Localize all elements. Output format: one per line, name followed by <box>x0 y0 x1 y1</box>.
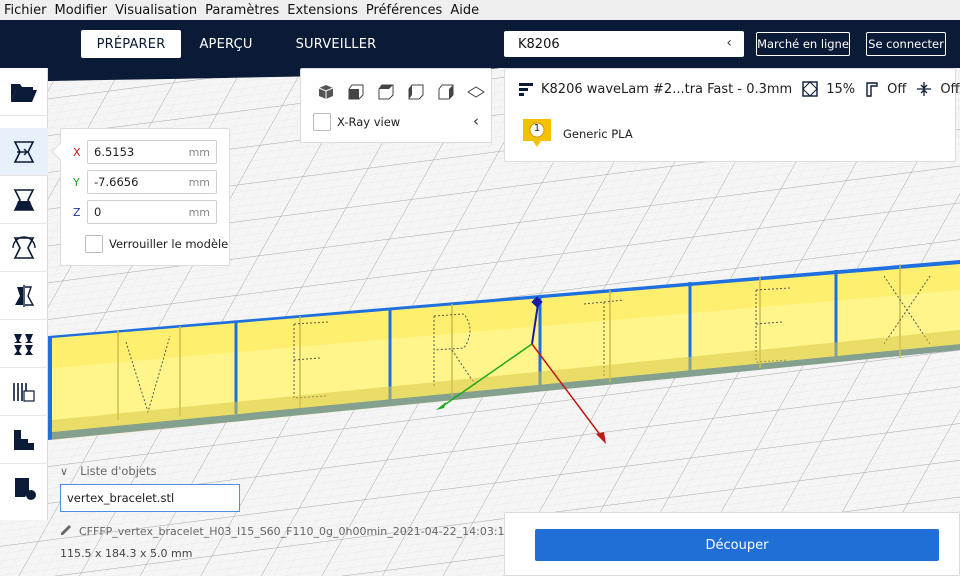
chevron-left-icon[interactable]: ‹ <box>473 112 479 130</box>
move-tool-panel: X 6.5153 mm Y -7.6656 mm Z 0 mm Verrouil… <box>60 128 230 266</box>
material-name: Generic PLA <box>563 127 633 141</box>
print-settings-panel[interactable]: K8206 waveLam #2...tra Fast - 0.3mm 15% … <box>504 68 960 162</box>
x-input[interactable]: 6.5153 mm <box>87 140 217 164</box>
menu-preferences[interactable]: Préférences <box>362 3 446 18</box>
job-name: CFFFP_vertex_bracelet_H03_I15_S60_F110_0… <box>79 524 512 538</box>
adhesion-icon <box>916 81 932 97</box>
z-label: Z <box>73 205 81 219</box>
support-blocker-button[interactable] <box>0 368 48 416</box>
view-bottom-icon[interactable] <box>461 81 491 103</box>
printer-selector[interactable]: K8206 ‹ <box>504 31 744 57</box>
menu-extensions[interactable]: Extensions <box>283 3 362 18</box>
adhesion-value: Off <box>940 81 960 97</box>
open-file-button[interactable] <box>0 68 48 116</box>
list-item[interactable]: vertex_bracelet.stl <box>60 484 240 512</box>
lay-flat-icon <box>15 478 36 500</box>
scale-icon <box>13 188 35 211</box>
extruder-badge: 1 <box>523 119 551 149</box>
lock-model-label: Verrouiller le modèle <box>109 237 229 251</box>
menu-help[interactable]: Aide <box>446 3 483 18</box>
menu-edit[interactable]: Modifier <box>51 3 112 18</box>
per-model-settings-icon <box>14 333 33 355</box>
view-left-icon[interactable] <box>401 81 431 103</box>
x-label: X <box>73 145 81 159</box>
pencil-icon <box>60 523 73 539</box>
slice-panel: Découper <box>504 512 960 576</box>
menu-file[interactable]: Fichier <box>0 3 51 18</box>
view-3d-icon[interactable] <box>311 81 341 103</box>
stairs-icon <box>14 429 34 450</box>
profile-icon <box>519 82 533 96</box>
scale-tool-button[interactable] <box>0 176 48 224</box>
per-model-settings-button[interactable] <box>0 320 48 368</box>
support-value: Off <box>887 81 907 97</box>
x-row: X 6.5153 mm <box>73 140 217 164</box>
z-row: Z 0 mm <box>73 200 217 224</box>
marketplace-button[interactable]: Marché en ligne <box>756 32 850 56</box>
tab-preview[interactable]: APERÇU <box>181 30 271 58</box>
move-tool-button[interactable] <box>0 128 48 176</box>
y-row: Y -7.6656 mm <box>73 170 217 194</box>
folder-open-icon <box>11 83 37 102</box>
printer-name: K8206 <box>518 36 560 52</box>
x-unit: mm <box>188 145 210 159</box>
infill-icon <box>802 81 818 97</box>
x-value: 6.5153 <box>94 145 135 159</box>
xray-row: X-Ray view <box>313 113 400 131</box>
xray-checkbox[interactable] <box>313 113 331 131</box>
support-icon <box>865 81 879 97</box>
view-front-icon[interactable] <box>341 81 371 103</box>
view-top-icon[interactable] <box>371 81 401 103</box>
chevron-down-icon: ∨ <box>60 464 69 478</box>
adaptive-layers-button[interactable] <box>0 416 48 464</box>
z-unit: mm <box>188 205 210 219</box>
tab-monitor[interactable]: SURVEILLER <box>271 30 401 58</box>
y-input[interactable]: -7.6656 mm <box>87 170 217 194</box>
stage-tabs: PRÉPARER APERÇU SURVEILLER <box>81 30 401 58</box>
tool-sidebar <box>0 68 48 520</box>
lock-model-row: Verrouiller le modèle <box>85 235 228 253</box>
rotate-icon <box>12 235 36 259</box>
menu-view[interactable]: Visualisation <box>111 3 201 18</box>
model-dimensions: 115.5 x 184.3 x 5.0 mm <box>60 547 193 560</box>
chevron-left-icon: ‹ <box>726 35 732 51</box>
tab-prepare[interactable]: PRÉPARER <box>81 30 181 58</box>
mirror-tool-button[interactable] <box>0 272 48 320</box>
view-right-icon[interactable] <box>431 81 461 103</box>
object-name: vertex_bracelet.stl <box>67 491 175 505</box>
mirror-icon <box>15 284 35 307</box>
print-settings-summary: K8206 waveLam #2...tra Fast - 0.3mm 15% … <box>519 81 960 97</box>
support-blocker-icon <box>13 382 35 402</box>
extruder-number: 1 <box>533 123 541 134</box>
material-row: 1 Generic PLA <box>523 119 633 149</box>
object-list-header[interactable]: ∨ Liste d'objets <box>60 464 156 478</box>
view-buttons <box>311 81 491 103</box>
menu-bar: Fichier Modifier Visualisation Paramètre… <box>0 0 960 20</box>
menu-settings[interactable]: Paramètres <box>201 3 283 18</box>
login-button[interactable]: Se connecter <box>866 32 946 56</box>
lock-model-checkbox[interactable] <box>85 235 103 253</box>
xray-label: X-Ray view <box>337 115 401 129</box>
job-name-row[interactable]: CFFFP_vertex_bracelet_H03_I15_S60_F110_0… <box>60 523 512 539</box>
y-value: -7.6656 <box>94 175 139 189</box>
object-list-title: Liste d'objets <box>80 464 157 478</box>
move-icon <box>13 140 35 163</box>
lay-flat-button[interactable] <box>0 464 48 512</box>
z-value: 0 <box>94 205 102 219</box>
slice-button[interactable]: Découper <box>535 529 939 561</box>
rotate-tool-button[interactable] <box>0 224 48 272</box>
profile-name: K8206 waveLam #2...tra Fast - 0.3mm <box>541 81 793 97</box>
y-unit: mm <box>188 175 210 189</box>
y-label: Y <box>73 175 80 189</box>
infill-value: 15% <box>826 81 856 97</box>
z-input[interactable]: 0 mm <box>87 200 217 224</box>
view-orientation-panel: X-Ray view ‹ <box>300 68 492 143</box>
